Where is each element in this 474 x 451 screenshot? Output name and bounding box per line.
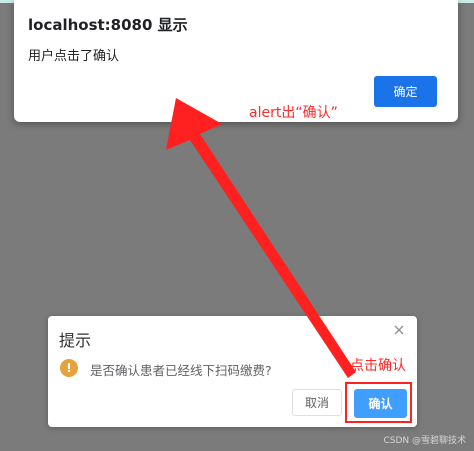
annotation-click-note: 点击确认 (350, 358, 406, 374)
annotation-alert-note: alert出“确认” (249, 105, 338, 121)
cancel-button[interactable]: 取消 (292, 389, 342, 416)
alert-title: localhost:8080 显示 (28, 16, 188, 34)
warning-icon: ! (60, 359, 78, 377)
browser-alert-dialog: localhost:8080 显示 用户点击了确认 确定 (14, 0, 458, 122)
close-icon[interactable] (391, 322, 407, 338)
confirm-button-highlight (345, 382, 412, 423)
confirm-message: 是否确认患者已经线下扫码缴费? (90, 363, 272, 378)
alert-message: 用户点击了确认 (28, 49, 120, 64)
confirm-title: 提示 (59, 331, 92, 350)
watermark: CSDN @雪碧聊技术 (383, 436, 466, 446)
alert-ok-button[interactable]: 确定 (374, 76, 437, 107)
